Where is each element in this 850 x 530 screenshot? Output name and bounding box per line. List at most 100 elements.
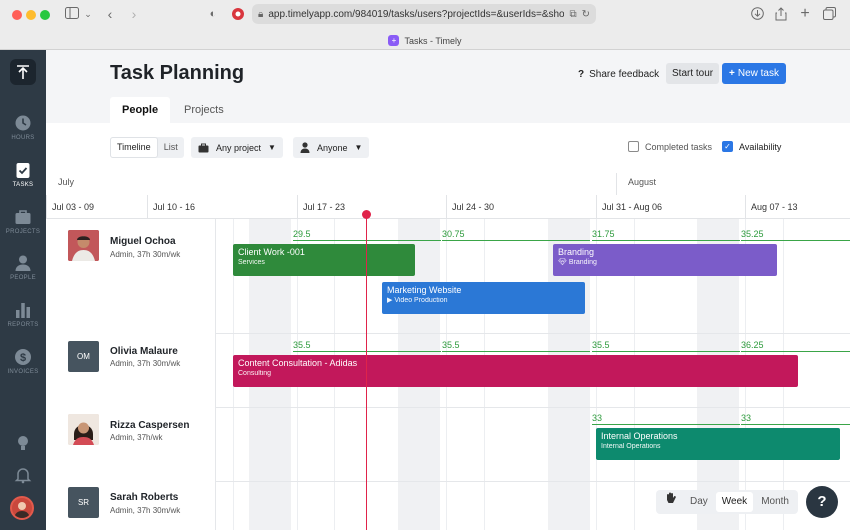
task-bar-content-consultation[interactable]: Content Consultation - Adidas Consulting <box>233 355 798 387</box>
url-text: app.timelyapp.com/984019/tasks/users?pro… <box>268 8 565 20</box>
sidebar: HOURS TASKS PROJECTS PEOPLE REPORTS $ IN… <box>0 50 46 530</box>
task-title: Client Work -001 <box>238 247 305 257</box>
task-bar-internal-operations[interactable]: Internal Operations Internal Operations <box>596 428 840 460</box>
avatar[interactable] <box>68 230 99 261</box>
availability-value: 36.25 <box>741 340 850 352</box>
address-bar[interactable]: 🔒︎ app.timelyapp.com/984019/tasks/users?… <box>252 4 596 24</box>
lightbulb-icon[interactable] <box>14 434 32 452</box>
start-tour-button[interactable]: Start tour <box>666 63 720 84</box>
share-icon[interactable] <box>774 5 788 23</box>
project-filter-dropdown[interactable]: Any project ▼ <box>191 137 283 158</box>
back-icon[interactable]: ‹ <box>104 5 116 23</box>
timeline-view-button[interactable]: Timeline <box>110 137 158 158</box>
briefcase-icon <box>198 143 209 152</box>
today-marker-dot[interactable] <box>362 210 371 219</box>
browser-tab[interactable]: + Tasks - Timely <box>0 31 850 50</box>
user-avatar[interactable] <box>10 496 34 520</box>
availability-value: 30.75 <box>442 229 590 241</box>
sidebar-item-people[interactable]: PEOPLE <box>0 254 46 281</box>
person-name[interactable]: Sarah Roberts <box>110 492 178 503</box>
clipboard-check-icon <box>16 163 30 178</box>
person-icon <box>15 255 31 271</box>
person-name[interactable]: Rizza Caspersen <box>110 420 189 431</box>
week-header: Jul 10 - 16 <box>147 195 195 219</box>
task-bar-branding[interactable]: Branding 💎︎ Branding <box>553 244 777 276</box>
project-filter-label: Any project <box>216 142 262 153</box>
bell-icon[interactable] <box>14 466 32 484</box>
sidebar-item-projects[interactable]: PROJECTS <box>0 208 46 235</box>
list-view-button[interactable]: List <box>158 137 184 158</box>
avatar[interactable]: OM <box>68 341 99 372</box>
forward-icon[interactable]: › <box>128 5 140 23</box>
sidebar-item-label: TASKS <box>12 182 34 188</box>
chevron-down-icon[interactable]: ⌄ <box>84 5 92 23</box>
new-task-button[interactable]: + New task <box>722 63 786 84</box>
zoom-month-button[interactable]: Month <box>755 492 795 512</box>
translate-icon[interactable]: ⧉ <box>569 9 576 20</box>
timely-logo-icon[interactable] <box>10 59 36 85</box>
zoom-week-button[interactable]: Week <box>715 492 754 512</box>
task-title: Content Consultation - Adidas <box>238 358 358 368</box>
person-filter-label: Anyone <box>317 142 348 153</box>
task-bar-marketing-website[interactable]: Marketing Website ▶︎ Video Production <box>382 282 585 314</box>
person-filter-dropdown[interactable]: Anyone ▼ <box>293 137 370 158</box>
availability-value: 31.75 <box>592 229 740 241</box>
share-feedback-label: Share feedback <box>589 69 660 80</box>
tab-people[interactable]: People <box>110 97 171 123</box>
person-name[interactable]: Olivia Malaure <box>110 346 178 357</box>
reload-icon[interactable]: ↻ <box>582 9 590 20</box>
zoom-day-button[interactable]: Day <box>684 492 714 512</box>
avatar[interactable]: SR <box>68 487 99 518</box>
person-details: Admin, 37h 30m/wk <box>110 506 181 515</box>
person-name[interactable]: Miguel Ochoa <box>110 236 176 247</box>
plus-icon: + <box>729 68 735 79</box>
checkmark-icon: ✓ <box>722 141 733 152</box>
maximize-window-button[interactable] <box>40 10 50 20</box>
tab-overview-icon[interactable] <box>822 5 836 23</box>
help-button[interactable]: ? <box>806 486 838 518</box>
page-title: Task Planning <box>110 62 245 84</box>
sidebar-item-invoices[interactable]: $ INVOICES <box>0 348 46 375</box>
download-icon[interactable] <box>750 5 764 23</box>
tab-projects[interactable]: Projects <box>172 97 236 123</box>
sidebar-item-reports[interactable]: REPORTS <box>0 301 46 328</box>
completed-tasks-label: Completed tasks <box>645 141 713 152</box>
timeline-grid: July August Jul 03 - 09 Jul 10 - 16 Jul … <box>46 173 850 530</box>
sidebar-item-label: HOURS <box>11 135 35 141</box>
sidebar-item-label: INVOICES <box>7 369 39 375</box>
new-tab-icon[interactable]: + <box>798 5 812 23</box>
checkbox-icon <box>628 141 639 152</box>
minimize-window-button[interactable] <box>26 10 36 20</box>
availability-checkbox[interactable]: ✓ Availability <box>722 141 781 152</box>
extension-icon[interactable] <box>231 5 245 23</box>
availability-value: 35.5 <box>442 340 590 352</box>
people-column <box>46 219 216 530</box>
sidebar-item-tasks[interactable]: TASKS <box>0 161 46 188</box>
sidebar-toggle-icon[interactable] <box>64 5 80 23</box>
person-details: Admin, 37h 30m/wk <box>110 359 181 368</box>
browser-chrome: ⌄ ‹ › ◐ 🔒︎ app.timelyapp.com/984019/task… <box>0 0 850 50</box>
month-divider <box>616 173 617 195</box>
browser-tab-title: Tasks - Timely <box>404 35 462 46</box>
sidebar-item-label: REPORTS <box>7 322 39 328</box>
availability-value: 35.5 <box>592 340 740 352</box>
availability-value: 33 <box>741 413 850 425</box>
task-project: Consulting <box>238 370 272 377</box>
today-marker-line <box>366 213 367 530</box>
week-header: Jul 17 - 23 <box>297 195 345 219</box>
gem-icon: 💎︎ <box>558 259 569 266</box>
availability-value: 35.5 <box>293 340 441 352</box>
view-toggle: Timeline List <box>110 137 184 158</box>
share-feedback-button[interactable]: ? Share feedback <box>578 65 659 85</box>
avatar[interactable] <box>68 414 99 445</box>
week-header: Aug 07 - 13 <box>745 195 798 219</box>
week-header: Jul 31 - Aug 06 <box>596 195 662 219</box>
privacy-shield-icon[interactable]: ◐ <box>206 5 220 23</box>
week-header: Jul 03 - 09 <box>46 195 94 219</box>
hand-icon[interactable] <box>659 492 682 512</box>
completed-tasks-checkbox[interactable]: Completed tasks <box>628 141 712 152</box>
close-window-button[interactable] <box>12 10 22 20</box>
sidebar-item-hours[interactable]: HOURS <box>0 114 46 141</box>
task-bar-client-work[interactable]: Client Work -001 Services <box>233 244 415 276</box>
caret-down-icon: ▼ <box>354 143 363 152</box>
